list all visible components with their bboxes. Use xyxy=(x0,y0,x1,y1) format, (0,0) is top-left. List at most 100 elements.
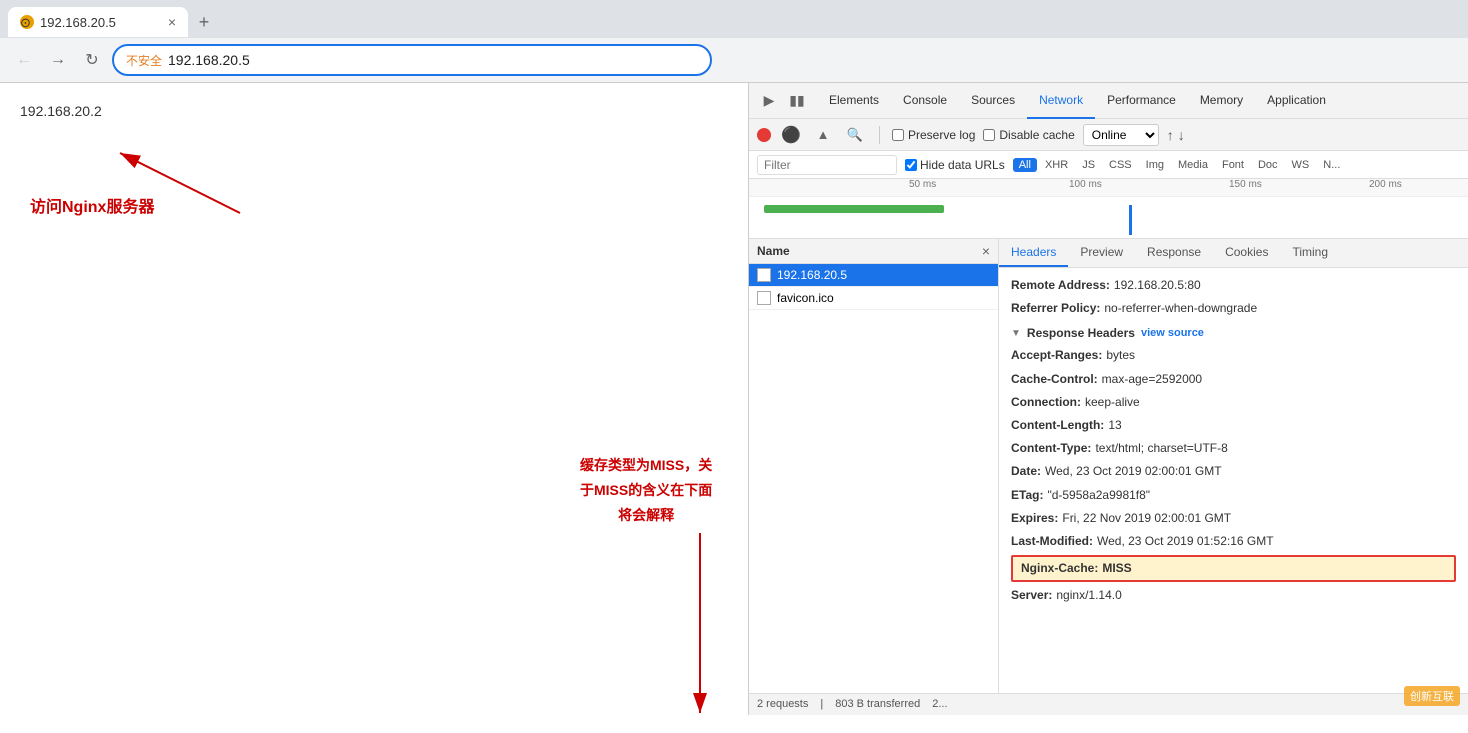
filter-more-btn[interactable]: N... xyxy=(1317,158,1346,172)
annotation-1-label: 访问Nginx服务器 xyxy=(30,193,154,217)
filter-bar: Hide data URLs All XHR JS CSS Img Media … xyxy=(749,151,1468,179)
response-headers-section-title: ▼ Response Headers view source xyxy=(1011,326,1456,340)
filter-font-btn[interactable]: Font xyxy=(1216,158,1250,172)
filter-doc-btn[interactable]: Doc xyxy=(1252,158,1284,172)
header-content-type: Content-Type: text/html; charset=UTF-8 xyxy=(1011,439,1456,458)
network-item[interactable]: favicon.ico xyxy=(749,287,998,310)
page-content: 192.168.20.2 访问Nginx服务器 缓存类型为MISS，关 于MIS… xyxy=(0,83,748,715)
details-tab-headers[interactable]: Headers xyxy=(999,239,1068,267)
network-item-name: 192.168.20.5 xyxy=(777,268,847,282)
cursor-icon-btn[interactable]: ▶ xyxy=(757,89,781,113)
throttle-select[interactable]: Online Slow 3G Fast 3G Offline xyxy=(1083,124,1159,146)
main-area: 192.168.20.2 访问Nginx服务器 缓存类型为MISS，关 于MIS… xyxy=(0,83,1468,715)
filter-xhr-btn[interactable]: XHR xyxy=(1039,158,1074,172)
header-content-length: Content-Length: 13 xyxy=(1011,416,1456,435)
header-server: Server: nginx/1.14.0 xyxy=(1011,586,1456,605)
upload-icon: ↑ xyxy=(1167,127,1174,143)
tab-close-btn[interactable]: × xyxy=(168,14,176,30)
filter-js-btn[interactable]: JS xyxy=(1076,158,1101,172)
network-item[interactable]: 192.168.20.5 xyxy=(749,264,998,287)
download-icon: ↓ xyxy=(1178,127,1185,143)
network-item-icon xyxy=(757,268,771,282)
watermark-text: 创新互联 xyxy=(1410,691,1454,703)
view-source-link[interactable]: view source xyxy=(1141,327,1204,339)
header-date: Date: Wed, 23 Oct 2019 02:00:01 GMT xyxy=(1011,462,1456,481)
tab-application[interactable]: Application xyxy=(1255,83,1338,119)
header-etag: ETag: "d-5958a2a9981f8" xyxy=(1011,486,1456,505)
tab-memory[interactable]: Memory xyxy=(1188,83,1255,119)
watermark: 创新互联 xyxy=(1404,686,1460,706)
ruler-mark-50: 50 ms xyxy=(909,179,936,190)
browser-chrome: ⊙ 192.168.20.5 × + ← → ↻ 不安全 192.168.20.… xyxy=(0,0,1468,83)
preserve-log-checkbox-label[interactable]: Preserve log xyxy=(892,128,975,142)
preserve-log-checkbox[interactable] xyxy=(892,129,904,141)
filter-css-btn[interactable]: CSS xyxy=(1103,158,1138,172)
filter-type-buttons: All XHR JS CSS Img Media Font Doc WS N..… xyxy=(1013,158,1347,172)
tab-elements[interactable]: Elements xyxy=(817,83,891,119)
ruler-mark-100: 100 ms xyxy=(1069,179,1102,190)
name-column-header: Name xyxy=(757,244,790,258)
network-left-panel: Name × 192.168.20.5 favicon.ico xyxy=(749,239,999,693)
network-items: 192.168.20.5 favicon.ico xyxy=(749,264,998,693)
annotation-1-container: 访问Nginx服务器 xyxy=(30,193,154,217)
tab-favicon: ⊙ xyxy=(20,15,34,29)
search-icon-btn[interactable]: 🔍 xyxy=(843,123,867,147)
hide-data-urls-checkbox[interactable] xyxy=(905,159,917,171)
tab-console[interactable]: Console xyxy=(891,83,959,119)
header-accept-ranges: Accept-Ranges: bytes xyxy=(1011,346,1456,365)
devtools-tabs: ▶ ▮▮ Elements Console Sources Network Pe… xyxy=(749,83,1468,119)
new-tab-btn[interactable]: + xyxy=(192,10,216,34)
preserve-log-label: Preserve log xyxy=(908,128,975,142)
active-tab[interactable]: ⊙ 192.168.20.5 × xyxy=(8,7,188,37)
stop-recording-btn[interactable]: ⚫ xyxy=(779,123,803,147)
header-connection: Connection: keep-alive xyxy=(1011,393,1456,412)
details-tab-response[interactable]: Response xyxy=(1135,239,1213,267)
header-remote-address: Remote Address: 192.168.20.5:80 xyxy=(1011,276,1456,295)
filter-icon-btn[interactable]: ▲ xyxy=(811,123,835,147)
tab-bar: ⊙ 192.168.20.5 × + xyxy=(0,0,1468,38)
address-text: 192.168.20.5 xyxy=(168,52,698,68)
hide-data-urls-text: Hide data URLs xyxy=(920,158,1005,172)
filter-all-btn[interactable]: All xyxy=(1013,158,1037,172)
disable-cache-label: Disable cache xyxy=(999,128,1074,142)
timeline-bar-main xyxy=(764,205,944,213)
network-toolbar: ⚫ ▲ 🔍 Preserve log Disable cache Online … xyxy=(749,119,1468,151)
details-panel: Headers Preview Response Cookies Timing … xyxy=(999,239,1468,693)
filter-media-btn[interactable]: Media xyxy=(1172,158,1214,172)
filter-ws-btn[interactable]: WS xyxy=(1286,158,1316,172)
page-ip: 192.168.20.2 xyxy=(20,103,728,119)
requests-count: 2 requests xyxy=(757,698,808,711)
details-tab-cookies[interactable]: Cookies xyxy=(1213,239,1280,267)
timeline-area: 50 ms 100 ms 150 ms 200 ms xyxy=(749,179,1468,239)
details-tab-preview[interactable]: Preview xyxy=(1068,239,1135,267)
filter-input[interactable] xyxy=(757,155,897,175)
upload-download-icons: ↑ ↓ xyxy=(1167,127,1185,143)
insecure-label: 不安全 xyxy=(126,52,162,69)
record-btn[interactable] xyxy=(757,128,771,142)
address-bar: 不安全 192.168.20.5 xyxy=(112,44,712,76)
tab-performance[interactable]: Performance xyxy=(1095,83,1188,119)
tab-title: 192.168.20.5 xyxy=(40,15,162,30)
tab-network[interactable]: Network xyxy=(1027,83,1095,119)
forward-btn[interactable]: → xyxy=(44,46,72,74)
response-headers-label: Response Headers xyxy=(1027,326,1135,340)
details-tab-timing[interactable]: Timing xyxy=(1280,239,1340,267)
filter-img-btn[interactable]: Img xyxy=(1140,158,1170,172)
header-expires: Expires: Fri, 22 Nov 2019 02:00:01 GMT xyxy=(1011,509,1456,528)
close-details-btn[interactable]: × xyxy=(982,243,990,259)
refresh-btn[interactable]: ↻ xyxy=(78,46,106,74)
disable-cache-checkbox-label[interactable]: Disable cache xyxy=(983,128,1074,142)
device-icon-btn[interactable]: ▮▮ xyxy=(785,89,809,113)
timeline-ruler: 50 ms 100 ms 150 ms 200 ms xyxy=(749,179,1468,197)
nav-bar: ← → ↻ 不安全 192.168.20.5 xyxy=(0,38,1468,82)
arrow-2-svg xyxy=(640,533,760,733)
network-list-header: Name × xyxy=(749,239,998,264)
bytes-transferred: 803 B transferred xyxy=(835,698,920,711)
tab-sources[interactable]: Sources xyxy=(959,83,1027,119)
devtools-panel: ▶ ▮▮ Elements Console Sources Network Pe… xyxy=(748,83,1468,715)
back-btn[interactable]: ← xyxy=(10,46,38,74)
disable-cache-checkbox[interactable] xyxy=(983,129,995,141)
network-item-icon xyxy=(757,291,771,305)
network-item-name: favicon.ico xyxy=(777,291,834,305)
hide-data-urls-label[interactable]: Hide data URLs xyxy=(905,158,1005,172)
